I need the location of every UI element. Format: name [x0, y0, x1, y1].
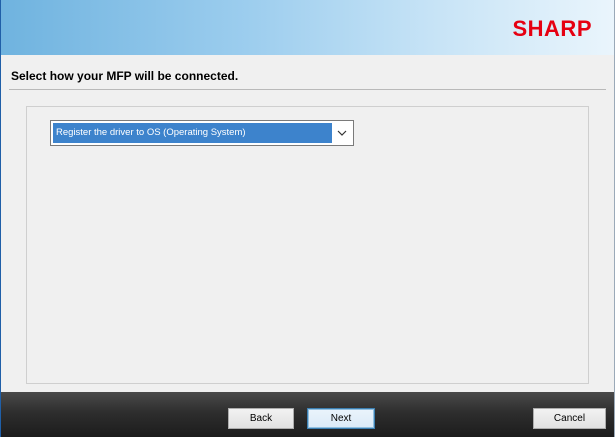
back-button[interactable]: Back — [228, 408, 294, 429]
next-button[interactable]: Next — [307, 408, 375, 429]
content-area: Select how your MFP will be connected. R… — [1, 55, 614, 392]
sharp-logo: SHARP — [512, 16, 592, 41]
heading-divider — [9, 89, 606, 90]
installer-window: SHARP Select how your MFP will be connec… — [0, 0, 615, 437]
options-panel — [26, 106, 589, 384]
header-banner: SHARP — [1, 0, 614, 55]
button-bar: Back Next Cancel — [1, 392, 614, 437]
connection-select[interactable]: Register the driver to OS (Operating Sys… — [50, 120, 354, 146]
cancel-button[interactable]: Cancel — [533, 408, 606, 429]
connection-select-value: Register the driver to OS (Operating Sys… — [53, 123, 332, 143]
page-heading: Select how your MFP will be connected. — [11, 69, 239, 83]
chevron-down-icon[interactable] — [334, 123, 350, 143]
